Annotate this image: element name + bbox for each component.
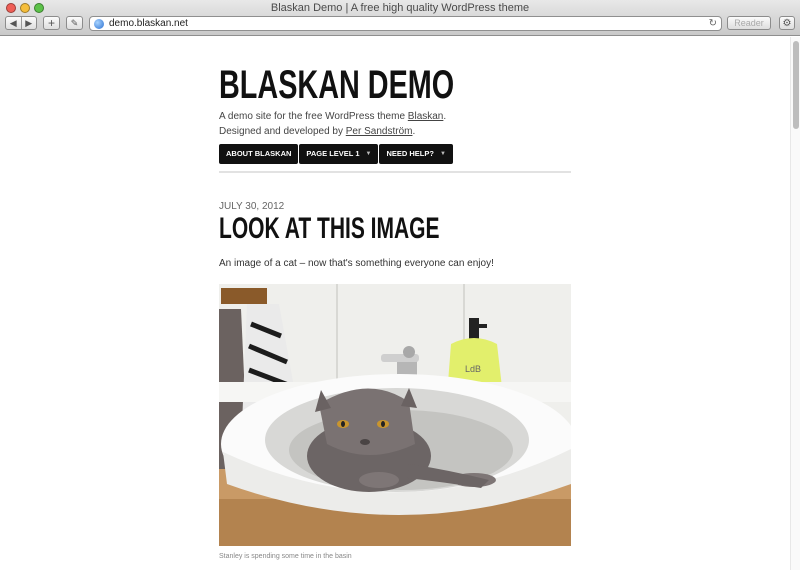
- credit-text: Designed and developed by: [219, 126, 346, 137]
- back-icon[interactable]: ◀: [6, 17, 21, 29]
- credit-period: .: [412, 126, 416, 137]
- main-menu: ABOUT BLASKAN PAGE LEVEL 1 ▼ NEED HELP? …: [219, 144, 571, 164]
- menu-item-page-level-1[interactable]: PAGE LEVEL 1 ▼: [299, 144, 379, 164]
- wrench-icon: ✎: [70, 17, 79, 28]
- menu-item-about-blaskan[interactable]: ABOUT BLASKAN: [219, 144, 299, 164]
- tools-button[interactable]: ✎: [66, 16, 83, 30]
- menu-item-need-help[interactable]: NEED HELP? ▼: [379, 144, 453, 164]
- menu-item-label: NEED HELP?: [386, 149, 434, 158]
- description-text: A demo site for the free WordPress theme: [219, 111, 408, 122]
- menu-item-label: PAGE LEVEL 1: [306, 149, 360, 158]
- cat-in-sink-photo[interactable]: LdB: [219, 284, 571, 546]
- gear-icon: ⚙: [782, 17, 792, 29]
- forward-icon[interactable]: ▶: [22, 17, 37, 29]
- page-scrollbar[interactable]: [790, 37, 800, 570]
- reader-button[interactable]: Reader: [727, 16, 771, 30]
- address-bar[interactable]: demo.blaskan.net ↻: [89, 16, 722, 31]
- post-intro: An image of a cat – now that's something…: [219, 258, 494, 269]
- site-title[interactable]: BLASKAN DEMO: [219, 63, 472, 107]
- dropdown-caret-icon: ▼: [439, 151, 446, 157]
- page-content: BLASKAN DEMO A demo site for the free Wo…: [219, 37, 571, 560]
- site-description: A demo site for the free WordPress theme…: [219, 109, 571, 139]
- author-link[interactable]: Per Sandström: [346, 126, 413, 137]
- scrollbar-thumb[interactable]: [793, 41, 799, 129]
- back-forward-group: ◀ ▶: [5, 16, 37, 30]
- header-divider: [219, 171, 571, 173]
- description-period: .: [443, 111, 447, 122]
- soap-label: LdB: [465, 364, 481, 374]
- post-title[interactable]: LOOK AT THIS IMAGE: [219, 212, 465, 246]
- window-title: Blaskan Demo | A free high quality WordP…: [270, 2, 530, 14]
- photo-illustration: LdB: [219, 284, 571, 546]
- post-date[interactable]: JULY 30, 2012: [219, 201, 571, 212]
- blaskan-link[interactable]: Blaskan: [408, 111, 444, 122]
- reload-icon[interactable]: ↻: [709, 18, 717, 29]
- menu-item-label: ABOUT BLASKAN: [226, 149, 292, 158]
- settings-button[interactable]: ⚙: [779, 16, 795, 30]
- browser-toolbar: Blaskan Demo | A free high quality WordP…: [0, 0, 800, 36]
- photo-caption: Stanley is spending some time in the bas…: [219, 553, 352, 560]
- web-page: BLASKAN DEMO A demo site for the free Wo…: [0, 37, 790, 570]
- add-bookmark-button[interactable]: +: [43, 16, 60, 30]
- dropdown-caret-icon: ▼: [365, 151, 372, 157]
- url-text: demo.blaskan.net: [109, 18, 188, 29]
- description-line-1: A demo site for the free WordPress theme…: [219, 109, 571, 124]
- plus-icon: +: [47, 16, 55, 30]
- globe-icon: [94, 18, 104, 29]
- description-line-2: Designed and developed by Per Sandström.: [219, 124, 571, 139]
